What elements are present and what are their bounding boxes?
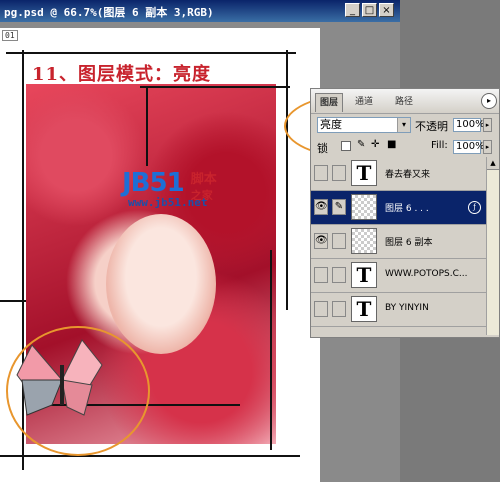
layer-row[interactable]: T WWW.POTOPS.C...: [311, 259, 487, 293]
blend-mode-value: 亮度: [320, 118, 342, 131]
layer-row-selected[interactable]: 👁 ✎ 图层 6 . . . ƒ: [311, 191, 487, 225]
layers-scrollbar[interactable]: ▲: [486, 157, 499, 335]
tab-layers[interactable]: 图层: [315, 93, 344, 112]
layer-row[interactable]: T 春去春又来: [311, 157, 487, 191]
watermark-cn-top: 脚本: [190, 172, 217, 187]
eye-icon[interactable]: 👁: [314, 233, 328, 249]
visibility-toggle[interactable]: [314, 301, 328, 317]
opacity-field[interactable]: 100%: [453, 118, 485, 132]
layers-panel: 图层 通道 路径 ▸ 亮度 ▾ 不透明 100% ▸ 锁 ✎ ✛ ■ Fill:…: [310, 88, 500, 338]
layer-thumbnail: T: [351, 262, 377, 288]
scroll-up-icon[interactable]: ▲: [487, 157, 499, 170]
layer-thumbnail: T: [351, 160, 377, 186]
fill-arrow-icon[interactable]: ▸: [483, 140, 492, 154]
close-button[interactable]: ×: [379, 3, 394, 17]
layer-name: WWW.POTOPS.C...: [385, 269, 468, 279]
watermark-logo: JB51: [122, 168, 185, 198]
link-toggle[interactable]: [332, 233, 346, 249]
lock-transparency-checkbox[interactable]: [341, 141, 351, 151]
layer-row[interactable]: T BY YINYIN: [311, 293, 487, 327]
opacity-label: 不透明: [415, 120, 448, 133]
lock-all-icon[interactable]: ■: [387, 139, 396, 150]
link-toggle[interactable]: [332, 165, 346, 181]
document-title: pg.psd @ 66.7%(图层 6 副本 3,RGB): [4, 6, 214, 19]
eye-icon[interactable]: 👁: [314, 199, 328, 215]
frame-line: [146, 86, 148, 166]
panel-tab-bar: 图层 通道 路径 ▸: [311, 89, 499, 114]
frame-line: [286, 50, 288, 310]
minimize-button[interactable]: _: [345, 3, 360, 17]
document-heading: 11、图层模式：亮度: [32, 64, 212, 85]
document-title-bar: pg.psd @ 66.7%(图层 6 副本 3,RGB) _ □ ×: [0, 0, 400, 22]
fill-label: Fill:: [431, 140, 448, 151]
lock-brush-icon[interactable]: ✎: [357, 139, 365, 150]
link-toggle[interactable]: [332, 301, 346, 317]
frame-line: [0, 455, 300, 457]
visibility-toggle[interactable]: [314, 165, 328, 181]
document-tag: 01: [2, 30, 18, 41]
link-toggle[interactable]: [332, 267, 346, 283]
layer-name: 图层 6 副本: [385, 238, 433, 248]
lock-row: 锁 ✎ ✛ ■ Fill: 100% ▸: [311, 136, 499, 158]
tab-channels[interactable]: 通道: [351, 93, 377, 111]
opacity-arrow-icon[interactable]: ▸: [483, 118, 492, 132]
chevron-down-icon[interactable]: ▾: [397, 118, 410, 132]
blend-row: 亮度 ▾ 不透明 100% ▸: [311, 114, 499, 136]
panel-menu-icon[interactable]: ▸: [481, 93, 497, 109]
brush-icon[interactable]: ✎: [332, 199, 346, 215]
frame-line: [140, 86, 290, 88]
layer-name: 春去春又来: [385, 170, 431, 180]
tab-paths[interactable]: 路径: [391, 93, 417, 111]
watermark-url: www.jb51.net: [128, 196, 208, 209]
layer-thumbnail: [351, 228, 377, 254]
layer-name: 图层 6 . . .: [385, 204, 429, 214]
blend-mode-select[interactable]: 亮度 ▾: [317, 117, 411, 133]
face-image: [106, 214, 216, 354]
visibility-toggle[interactable]: [314, 267, 328, 283]
layer-row[interactable]: 👁 图层 6 副本: [311, 225, 487, 259]
fill-field[interactable]: 100%: [453, 140, 485, 154]
layer-style-icon[interactable]: ƒ: [468, 201, 481, 214]
layer-name: BY YINYIN: [385, 303, 429, 313]
layers-list: T 春去春又来 👁 ✎ 图层 6 . . . ƒ 👁 图层 6 副本 T WWW…: [311, 157, 487, 327]
frame-line: [6, 52, 296, 54]
layer-thumbnail: [351, 194, 377, 220]
lock-label: 锁: [317, 142, 328, 155]
frame-line: [270, 250, 272, 450]
maximize-button[interactable]: □: [362, 3, 377, 17]
lock-move-icon[interactable]: ✛: [371, 139, 379, 150]
layer-thumbnail: T: [351, 296, 377, 322]
butterfly-image: [16, 339, 103, 416]
